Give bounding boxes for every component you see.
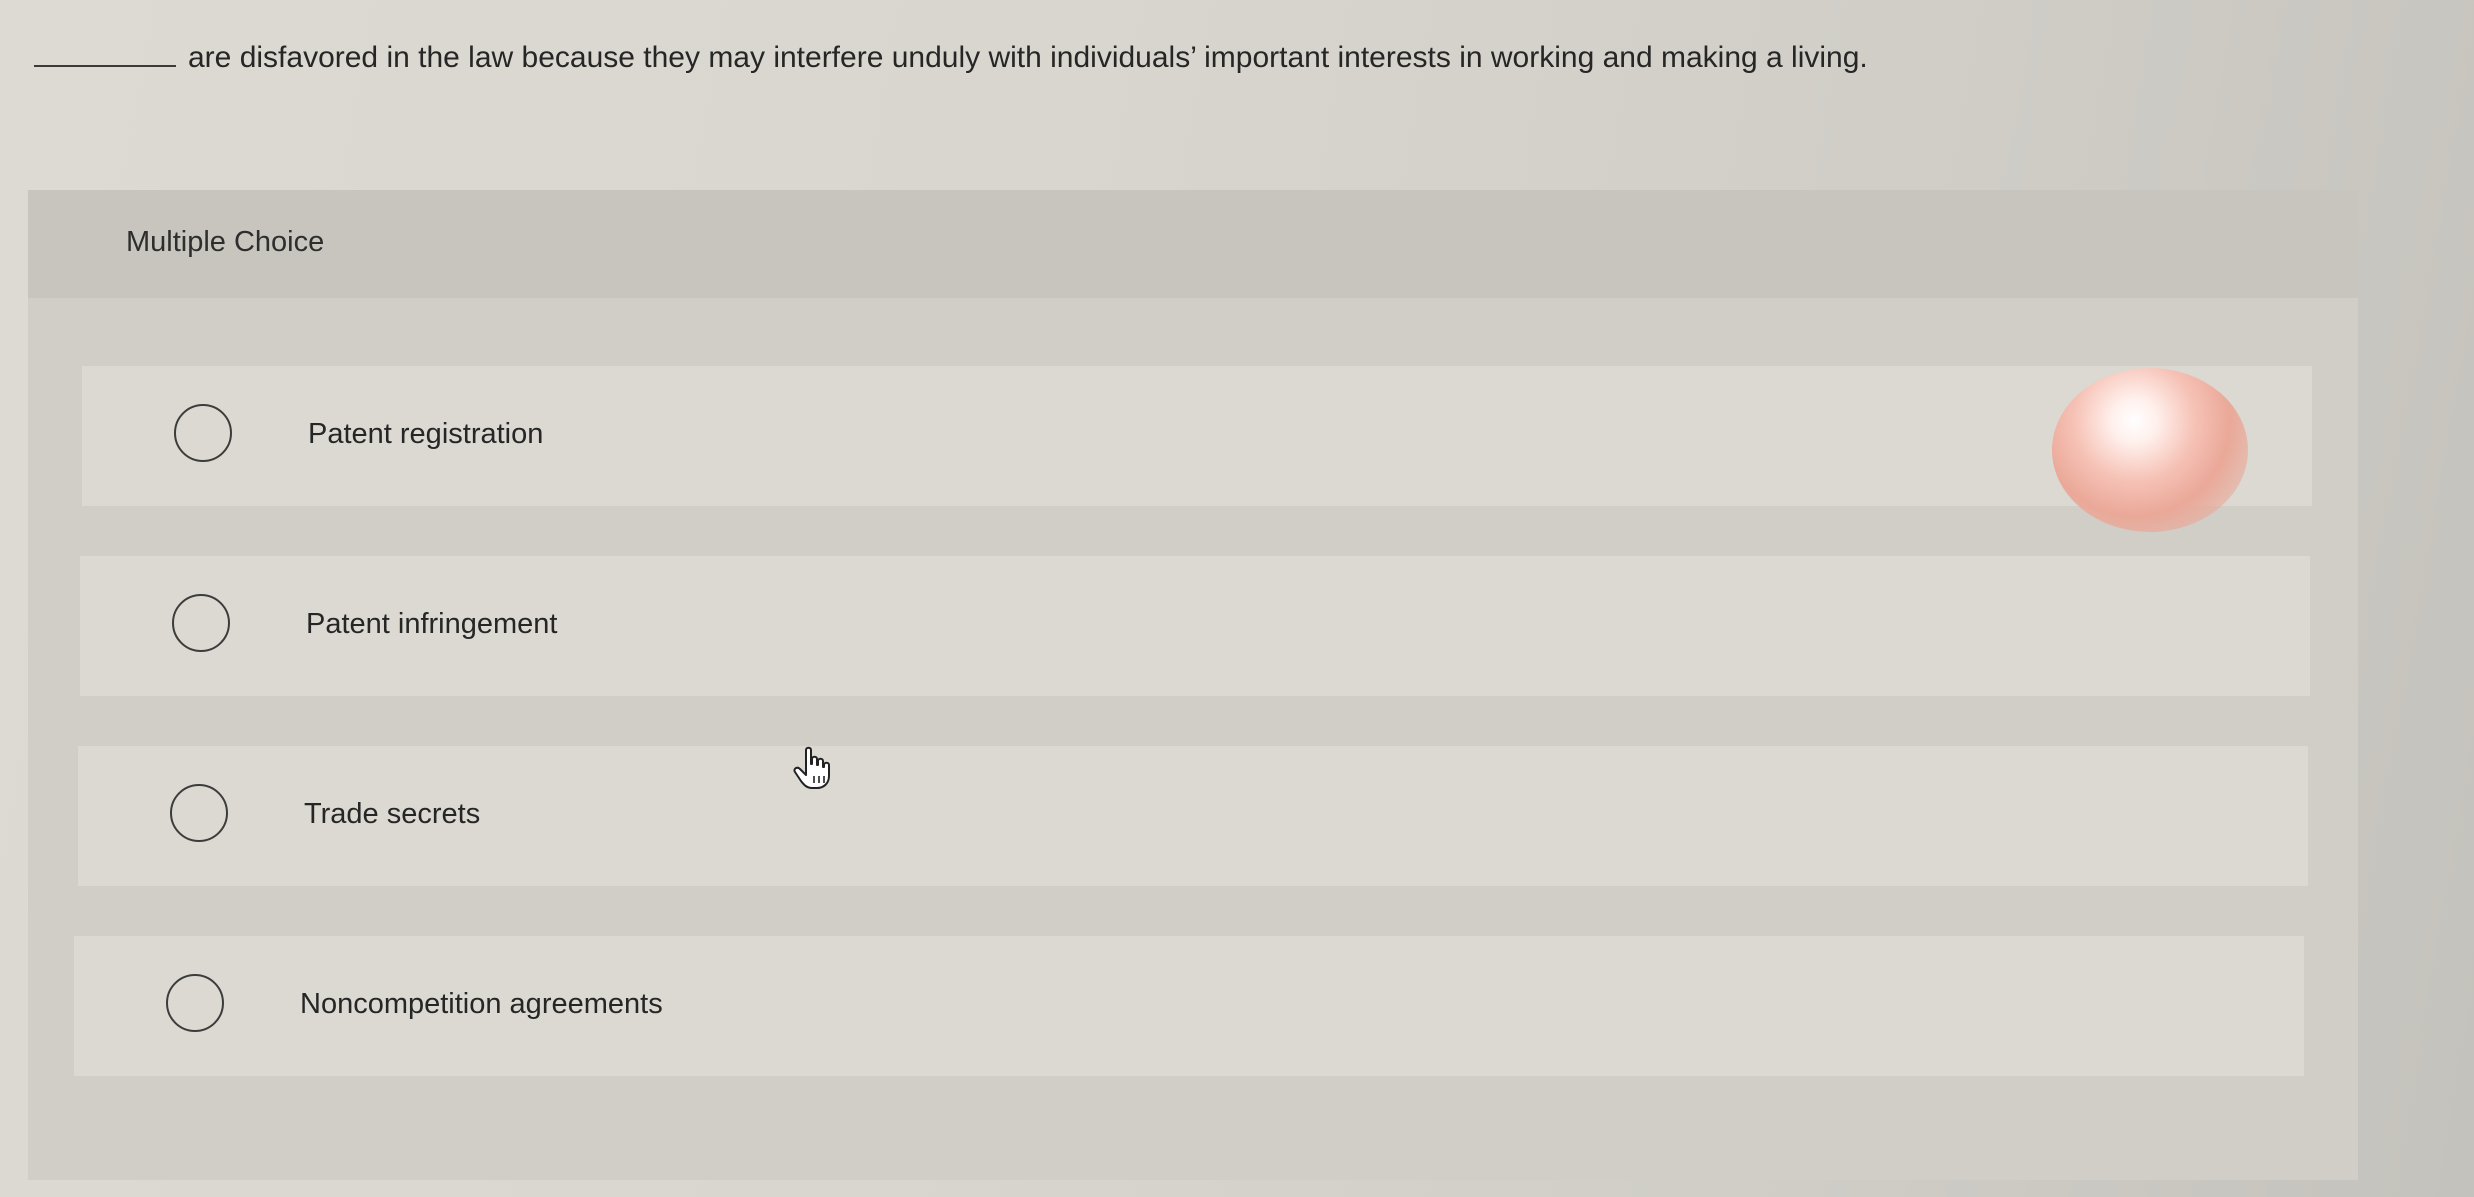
radio-unchecked-icon[interactable] bbox=[166, 974, 224, 1032]
panel-title: Multiple Choice bbox=[126, 226, 325, 258]
question-prompt: are disfavored in the law because they m… bbox=[34, 38, 2334, 78]
option-noncompetition-agreements[interactable]: Noncompetition agreements bbox=[74, 936, 2304, 1076]
radio-unchecked-icon[interactable] bbox=[174, 404, 232, 462]
radio-unchecked-icon[interactable] bbox=[170, 784, 228, 842]
option-label: Patent registration bbox=[308, 418, 544, 450]
option-trade-secrets[interactable]: Trade secrets bbox=[78, 746, 2308, 886]
option-label: Patent infringement bbox=[306, 608, 558, 640]
multiple-choice-panel: Multiple Choice Patent registration Pate… bbox=[28, 190, 2358, 1180]
panel-header: Multiple Choice bbox=[28, 190, 2358, 298]
question-text: are disfavored in the law because they m… bbox=[188, 41, 1868, 74]
screen-glare bbox=[2052, 368, 2248, 532]
answer-blank bbox=[34, 41, 176, 67]
hand-pointer-icon bbox=[793, 746, 830, 789]
option-label: Noncompetition agreements bbox=[300, 988, 663, 1020]
radio-unchecked-icon[interactable] bbox=[172, 594, 230, 652]
option-patent-registration[interactable]: Patent registration bbox=[82, 366, 2312, 506]
option-patent-infringement[interactable]: Patent infringement bbox=[80, 556, 2310, 696]
option-label: Trade secrets bbox=[304, 798, 481, 830]
